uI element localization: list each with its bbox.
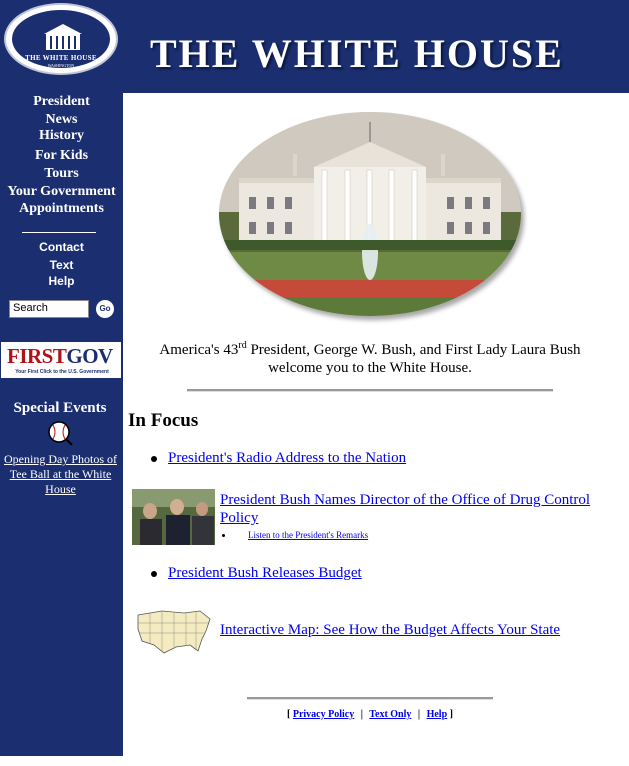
footer-bracket-open: [ — [287, 709, 291, 720]
firstgov-logo: FIRSTGOV — [7, 344, 113, 369]
nav-for-kids[interactable]: For Kids — [0, 148, 123, 164]
bullet-icon — [151, 456, 157, 462]
drug-control-photo[interactable] — [132, 489, 215, 545]
white-house-photo-image — [219, 112, 521, 316]
nav-president[interactable]: President — [0, 94, 123, 110]
nav-tours[interactable]: Tours — [0, 166, 123, 182]
tee-ball-photos-link[interactable]: Opening Day Photos of Tee Ball at the Wh… — [0, 452, 121, 497]
footer-help-link[interactable]: Help — [427, 709, 448, 720]
site-title: THE WHITE HOUSE — [150, 31, 564, 76]
welcome-sup: rd — [238, 340, 247, 351]
nav-history[interactable]: History — [0, 128, 123, 144]
nav-appointments[interactable]: Appointments — [0, 201, 123, 217]
special-events-heading: Special Events — [13, 400, 107, 416]
firstgov-tagline: Your First Click to the U.S. Government — [15, 369, 109, 375]
privacy-policy-link[interactable]: Privacy Policy — [293, 709, 354, 720]
footer-bracket-close: ] — [449, 709, 453, 720]
white-house-seal-logo[interactable]: THE WHITE HOUSE WASHINGTON — [4, 3, 118, 75]
budget-release-link[interactable]: President Bush Releases Budget — [168, 565, 362, 582]
welcome-line1-a: America's 43 — [159, 342, 239, 358]
content-divider — [187, 389, 553, 392]
white-house-building-icon — [44, 24, 82, 50]
radio-address-link[interactable]: President's Radio Address to the Nation — [168, 450, 406, 467]
footer-separator: | — [417, 709, 421, 720]
text-only-link[interactable]: Text Only — [369, 709, 411, 720]
firstgov-banner[interactable]: FIRSTGOV Your First Click to the U.S. Go… — [1, 342, 121, 378]
welcome-message: America's 43rd President, George W. Bush… — [130, 337, 610, 377]
welcome-line1-b: President, George W. Bush, and First Lad… — [246, 342, 581, 358]
listen-remarks-link[interactable]: Listen to the President's Remarks — [248, 530, 368, 540]
interactive-map-link[interactable]: Interactive Map: See How the Budget Affe… — [220, 622, 560, 639]
nav-your-government[interactable]: Your Government — [0, 184, 123, 200]
nav-divider — [22, 232, 96, 233]
bullet-icon — [151, 571, 157, 577]
baseball-icon — [48, 421, 73, 446]
firstgov-first: FIRST — [7, 344, 67, 368]
drug-control-photo-image — [132, 489, 215, 545]
footer-divider — [247, 697, 493, 700]
nav-text[interactable]: Text — [0, 258, 123, 272]
drug-control-link-line1[interactable]: President Bush Names Director of the Off… — [220, 492, 590, 509]
us-map-thumbnail[interactable] — [132, 601, 216, 661]
seal-text: THE WHITE HOUSE — [25, 54, 97, 62]
firstgov-gov: GOV — [66, 344, 113, 368]
go-icon[interactable]: Go — [96, 300, 114, 318]
search-input[interactable]: Search — [9, 300, 89, 318]
us-map-icon — [137, 610, 211, 654]
seal-subtext: WASHINGTON — [47, 63, 75, 68]
footer-separator: | — [360, 709, 363, 720]
nav-help[interactable]: Help — [0, 274, 123, 288]
in-focus-heading: In Focus — [128, 410, 199, 431]
white-house-photo — [219, 112, 521, 316]
nav-news[interactable]: News — [0, 112, 123, 128]
drug-control-link-line2[interactable]: Policy — [220, 510, 258, 527]
nav-contact[interactable]: Contact — [0, 240, 123, 254]
sub-bullet-icon — [222, 534, 225, 537]
welcome-line2: welcome you to the White House. — [268, 360, 472, 376]
footer-links: [ Privacy Policy | Text Only | Help ] — [247, 709, 493, 720]
